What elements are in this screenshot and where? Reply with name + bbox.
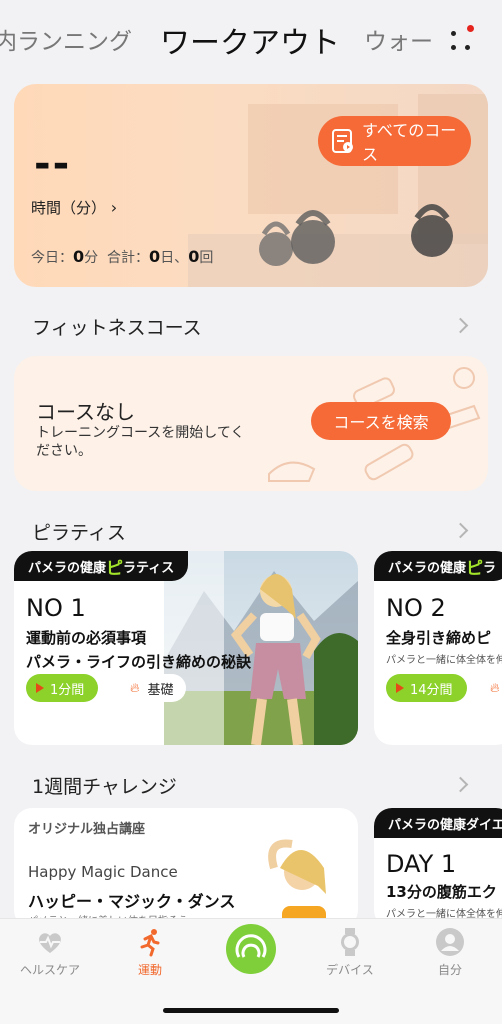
- all-courses-button[interactable]: すべてのコース: [318, 116, 471, 166]
- today-unit: 分: [84, 250, 99, 266]
- dancer-photo-image: [268, 839, 326, 928]
- nav-exercise[interactable]: 運動: [110, 927, 190, 978]
- nav-label: デバイス: [326, 963, 374, 977]
- pilates-course-card[interactable]: パメラの健康ピラティス NO 1 運動前の必須事項 パメラ・ライフの引き締めの秘…: [14, 551, 358, 745]
- course-list-icon: [332, 129, 354, 153]
- total-days-unit: 日、: [160, 250, 189, 266]
- nav-me[interactable]: 自分: [410, 927, 490, 978]
- challenge-card[interactable]: パメラの健康ダイエ DAY 1 13分の腹筋エク パメラと一緒に体全体を伸ばし: [374, 808, 502, 928]
- total-label: 合計：: [107, 250, 150, 266]
- workout-start-icon: [225, 923, 277, 975]
- nav-label: ヘルスケア: [19, 963, 80, 977]
- today-label: 今日：: [31, 250, 73, 266]
- time-unit-selector[interactable]: 時間（分） ›: [31, 197, 117, 218]
- today-total-stats: 今日：0分 合計：0日、0回: [31, 247, 213, 267]
- nav-label: 自分: [437, 963, 462, 977]
- course-english-title: Happy Magic Dance: [28, 863, 178, 881]
- tab-walking[interactable]: ウォー: [364, 22, 433, 56]
- chevron-right-icon[interactable]: [452, 317, 469, 334]
- pilates-tag: パメラの健康ピラ: [374, 551, 502, 581]
- total-days-value: 0: [149, 247, 161, 266]
- nav-start-workout[interactable]: [211, 923, 291, 975]
- no-course-title: コースなし: [36, 400, 135, 424]
- heart-pulse-icon: [35, 927, 65, 957]
- course-title-line2: パメラ・ライフの引き締めの秘訣: [26, 653, 252, 671]
- chevron-right-icon: ›: [110, 198, 118, 217]
- weekly-challenge-title[interactable]: 1週間チャレンジ: [32, 772, 177, 799]
- diet-tag: パメラの健康ダイエ: [374, 808, 502, 838]
- course-number: NO 1: [26, 594, 86, 622]
- tag-rest: ラ: [483, 560, 497, 576]
- tag-highlight: ピ: [466, 558, 484, 579]
- tag-prefix: パメラの健康: [388, 560, 467, 576]
- time-label: 時間（分）: [31, 199, 107, 217]
- tag-prefix: パメラの健康: [28, 560, 107, 576]
- pilates-course-card[interactable]: パメラの健康ピラ NO 2 全身引き締めピ パメラと一緒に体全体を伸ばし 14分…: [374, 551, 502, 745]
- challenge-card[interactable]: オリジナル独占講座 Happy Magic Dance ハッピー・マジック・ダン…: [14, 808, 358, 928]
- fitness-course-card: コースなし トレーニングコースを開始してください。 コースを検索: [14, 356, 488, 491]
- today-value: 0: [73, 247, 85, 266]
- level-badge: 🔥︎ 基礎: [118, 674, 186, 702]
- no-course-subtitle: トレーニングコースを開始してください。: [36, 425, 245, 459]
- home-indicator[interactable]: [163, 1008, 339, 1013]
- total-count-unit: 回: [199, 250, 214, 266]
- course-subtitle: パメラと一緒に体全体を伸ばし: [386, 655, 502, 666]
- nav-device[interactable]: デバイス: [310, 927, 390, 978]
- course-japanese-title: ハッピー・マジック・ダンス: [28, 892, 236, 911]
- duration-badge: 14分間: [386, 674, 467, 702]
- nav-health-care[interactable]: ヘルスケア: [10, 927, 90, 978]
- course-title-line1: 全身引き締めピ: [386, 629, 492, 647]
- pilates-tag: パメラの健康ピラティス: [14, 551, 189, 581]
- day-number: DAY 1: [386, 850, 457, 878]
- tag-rest: ラティス: [123, 560, 175, 576]
- workout-summary-card[interactable]: -- すべてのコース 時間（分） › 今日：0分 合計：0日、0回: [14, 84, 488, 287]
- instructor-photo-image: [164, 551, 358, 745]
- course-number: NO 2: [386, 594, 446, 622]
- nav-label: 運動: [137, 963, 162, 977]
- course-title: 13分の腹筋エク: [386, 883, 497, 901]
- workout-value: --: [34, 141, 72, 187]
- flame-icon: 🔥︎: [130, 680, 140, 696]
- duration-label: 1分間: [50, 682, 85, 698]
- chevron-right-icon[interactable]: [452, 522, 469, 539]
- course-title-line1: 運動前の必須事項: [26, 629, 147, 647]
- running-icon: [135, 927, 165, 957]
- chevron-right-icon[interactable]: [452, 776, 469, 793]
- play-icon: [396, 683, 404, 693]
- tag-highlight: ピ: [106, 558, 124, 579]
- original-course-tag: オリジナル独占講座: [28, 822, 146, 837]
- level-badge: 🔥︎: [478, 674, 502, 702]
- profile-icon: [435, 927, 465, 957]
- flame-icon: 🔥︎: [490, 680, 500, 696]
- level-label: 基礎: [147, 682, 174, 698]
- top-tabs: 内ランニング ワークアウト ウォー: [0, 0, 502, 80]
- watch-icon: [335, 927, 365, 957]
- pilates-title[interactable]: ピラティス: [32, 518, 126, 545]
- play-icon: [36, 683, 44, 693]
- duration-label: 14分間: [410, 682, 453, 698]
- all-courses-label: すべてのコース: [362, 121, 457, 164]
- total-count-value: 0: [188, 247, 200, 266]
- duration-badge: 1分間: [26, 674, 99, 702]
- more-menu-icon[interactable]: [448, 25, 474, 54]
- tab-indoor-running[interactable]: 内ランニング: [0, 22, 132, 56]
- tab-workout[interactable]: ワークアウト: [160, 18, 340, 62]
- kettlebell-background-image: [188, 94, 488, 287]
- search-course-button[interactable]: コースを検索: [311, 402, 451, 440]
- fitness-course-title[interactable]: フィットネスコース: [32, 313, 202, 340]
